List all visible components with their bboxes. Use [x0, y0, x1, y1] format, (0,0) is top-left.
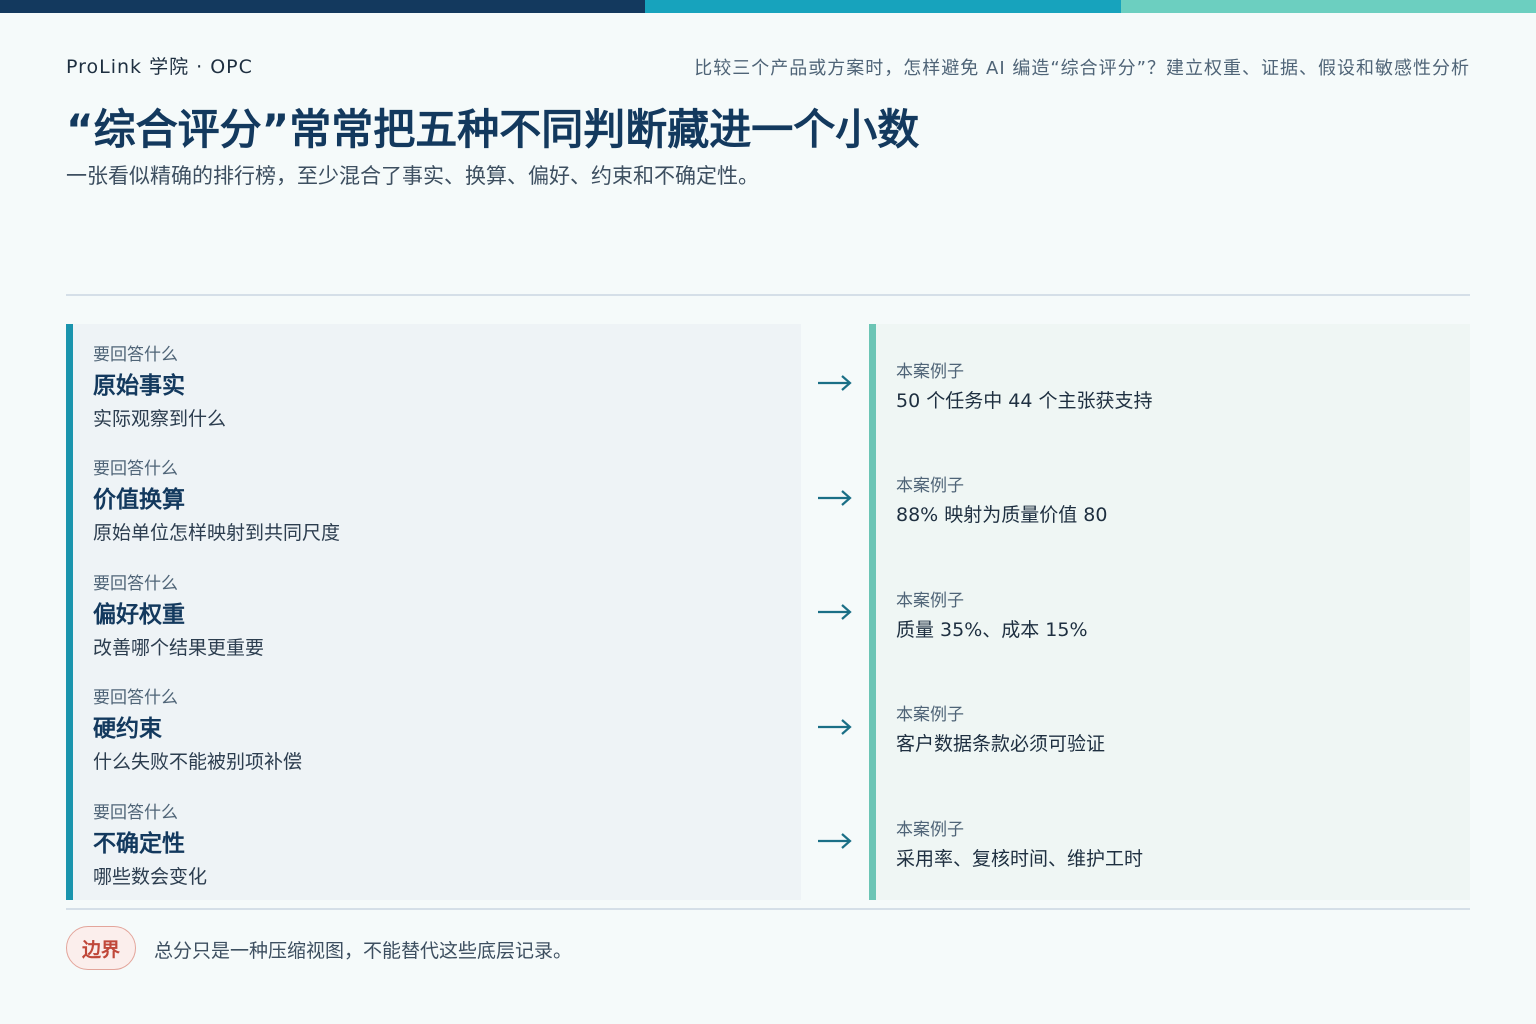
example-row: 本案例子 质量 35%、成本 15% [876, 553, 1470, 668]
example-row: 本案例子 50 个任务中 44 个主张获支持 [876, 324, 1470, 439]
example-row: 本案例子 采用率、复核时间、维护工时 [876, 782, 1470, 897]
footer-text: 总分只是一种压缩视图，不能替代这些底层记录。 [154, 940, 573, 962]
divider-bottom [66, 908, 1470, 910]
example-text: 客户数据条款必须可验证 [896, 733, 1106, 755]
page-subtitle: 一张看似精确的排行榜，至少混合了事实、换算、偏好、约束和不确定性。 [66, 164, 759, 188]
page-header: ProLink 学院 · OPC 比较三个产品或方案时，怎样避免 AI 编造“综… [66, 52, 1470, 82]
questions-panel: 要回答什么 原始事实 实际观察到什么 要回答什么 价值换算 原始单位怎样映射到共… [66, 324, 801, 900]
question-label: 要回答什么 [93, 688, 178, 708]
question-row: 要回答什么 硬约束 什么失败不能被别项补偿 [73, 667, 801, 782]
arrow-right-icon [816, 488, 854, 508]
top-color-bar [0, 0, 1536, 13]
brand-label: ProLink 学院 · OPC [66, 56, 253, 78]
example-row: 本案例子 客户数据条款必须可验证 [876, 667, 1470, 782]
question-label: 要回答什么 [93, 574, 178, 594]
question-description: 改善哪个结果更重要 [93, 637, 265, 659]
topic-label: 比较三个产品或方案时，怎样避免 AI 编造“综合评分”？建立权重、证据、假设和敏… [694, 58, 1470, 79]
question-description: 什么失败不能被别项补偿 [93, 751, 303, 773]
question-title: 偏好权重 [93, 602, 185, 628]
example-label: 本案例子 [896, 705, 964, 725]
example-label: 本案例子 [896, 476, 964, 496]
question-description: 原始单位怎样映射到共同尺度 [93, 522, 341, 544]
example-text: 50 个任务中 44 个主张获支持 [896, 390, 1153, 412]
question-row: 要回答什么 偏好权重 改善哪个结果更重要 [73, 553, 801, 668]
example-label: 本案例子 [896, 820, 964, 840]
question-title: 硬约束 [93, 716, 162, 742]
question-row: 要回答什么 原始事实 实际观察到什么 [73, 324, 801, 439]
question-label: 要回答什么 [93, 459, 178, 479]
example-label: 本案例子 [896, 362, 964, 382]
arrow-right-icon [816, 831, 854, 851]
question-row: 要回答什么 价值换算 原始单位怎样映射到共同尺度 [73, 438, 801, 553]
example-text: 采用率、复核时间、维护工时 [896, 848, 1144, 870]
question-description: 实际观察到什么 [93, 408, 227, 430]
arrow-right-icon [816, 717, 854, 737]
top-bar-segment-navy [0, 0, 645, 13]
boundary-badge: 边界 [66, 926, 136, 970]
page-title: “综合评分”常常把五种不同判断藏进一个小数 [66, 105, 920, 154]
example-label: 本案例子 [896, 591, 964, 611]
question-row: 要回答什么 不确定性 哪些数会变化 [73, 782, 801, 897]
question-title: 原始事实 [93, 373, 185, 399]
top-bar-segment-teal [645, 0, 1121, 13]
question-title: 价值换算 [93, 487, 185, 513]
example-row: 本案例子 88% 映射为质量价值 80 [876, 438, 1470, 553]
example-text: 88% 映射为质量价值 80 [896, 504, 1108, 526]
question-title: 不确定性 [93, 831, 185, 857]
example-text: 质量 35%、成本 15% [896, 619, 1088, 641]
divider-top [66, 294, 1470, 296]
arrow-right-icon [816, 373, 854, 393]
top-bar-segment-mint [1121, 0, 1536, 13]
examples-panel: 本案例子 50 个任务中 44 个主张获支持 本案例子 88% 映射为质量价值 … [869, 324, 1470, 900]
question-description: 哪些数会变化 [93, 866, 208, 888]
question-label: 要回答什么 [93, 803, 178, 823]
question-label: 要回答什么 [93, 345, 178, 365]
arrow-right-icon [816, 602, 854, 622]
